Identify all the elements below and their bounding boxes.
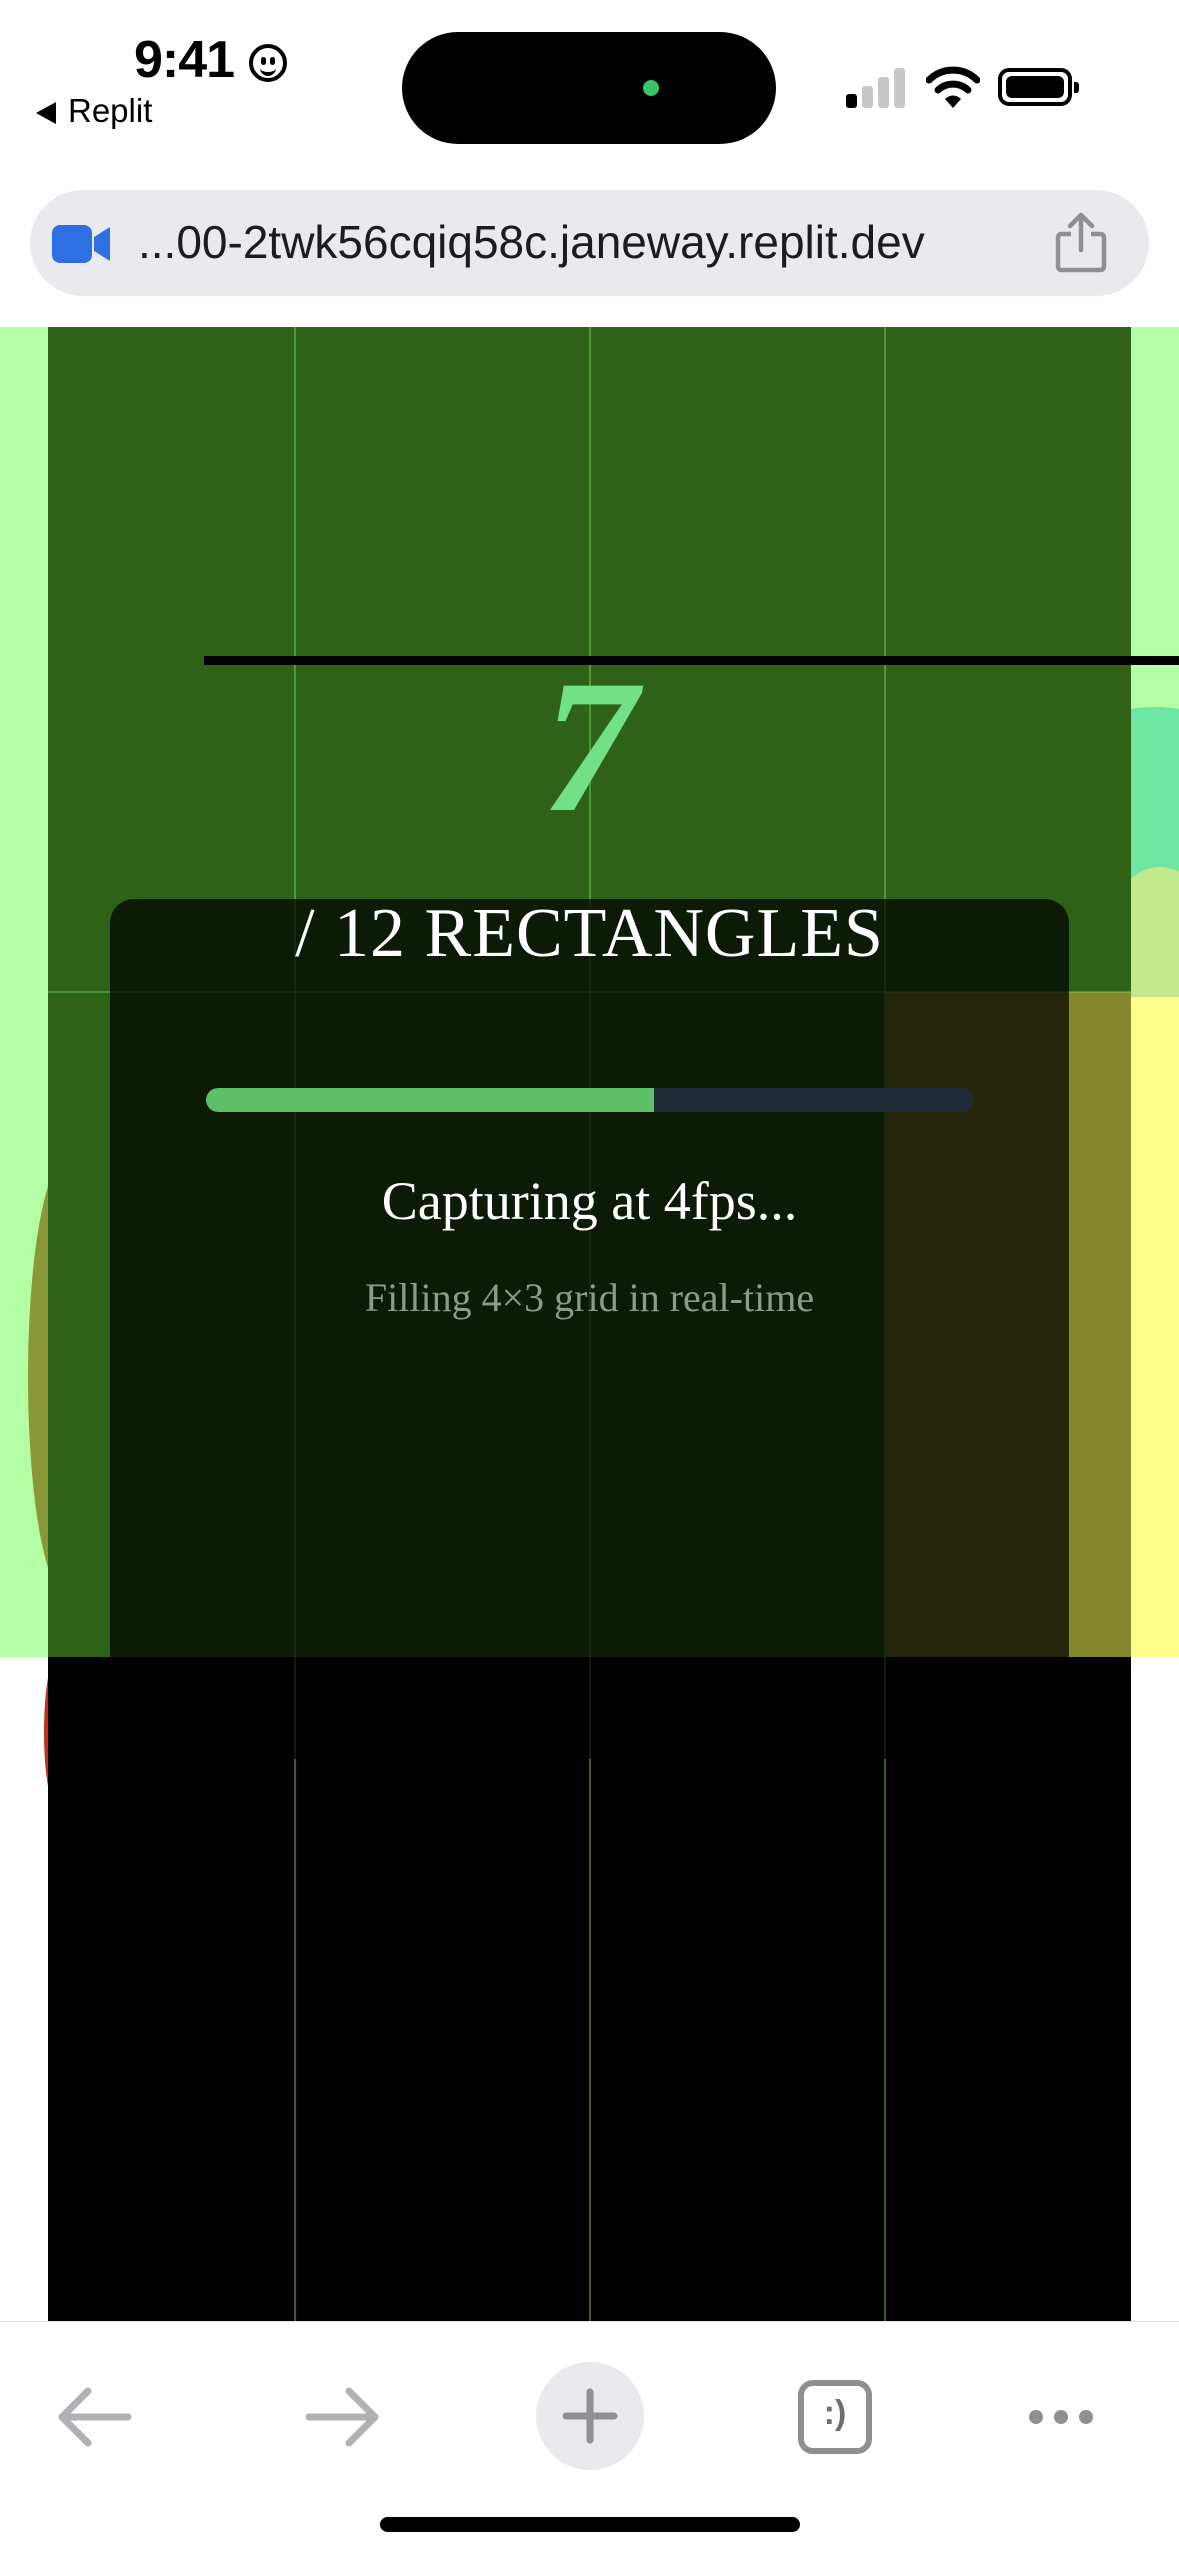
dynamic-island <box>402 32 776 144</box>
plus-icon <box>562 2388 618 2444</box>
clock-time: 9:41 <box>134 31 235 89</box>
tabs-button[interactable]: :) <box>780 2362 890 2472</box>
share-icon[interactable] <box>1052 212 1110 274</box>
cellular-signal-icon <box>846 66 906 108</box>
status-bar: 9:41 Replit <box>0 0 1179 180</box>
url-text[interactable]: ...00-2twk56cqiq58c.janeway.replit.dev <box>138 215 925 269</box>
back-to-app-link[interactable]: Replit <box>36 92 152 130</box>
wifi-icon <box>926 66 980 108</box>
capture-subtext: Filling 4×3 grid in real-time <box>364 1275 815 1320</box>
battery-icon <box>998 68 1079 106</box>
address-bar[interactable]: ...00-2twk56cqiq58c.janeway.replit.dev <box>30 190 1149 296</box>
back-triangle-icon <box>36 102 56 124</box>
progress-bar <box>206 1088 974 1112</box>
rectangle-count-label: / 12 RECTANGLES <box>295 895 884 972</box>
capture-status-text: Capturing at 4fps... <box>381 1171 798 1231</box>
progress-bar-fill <box>206 1088 654 1112</box>
tabs-label: :) <box>823 2394 847 2432</box>
web-page-viewport[interactable] <box>0 327 1179 2321</box>
video-camera-icon <box>52 225 110 263</box>
smiley-icon <box>249 44 287 82</box>
more-icon[interactable] <box>1006 2362 1116 2472</box>
new-tab-button[interactable] <box>536 2362 644 2470</box>
back-arrow-icon[interactable] <box>40 2362 150 2472</box>
rectangle-count: 7 <box>542 642 637 852</box>
camera-indicator-dot <box>643 80 659 96</box>
forward-arrow-icon[interactable] <box>287 2362 397 2472</box>
progress-overlay-panel <box>110 899 1069 1759</box>
home-indicator[interactable] <box>380 2517 800 2532</box>
back-app-label: Replit <box>68 92 153 129</box>
